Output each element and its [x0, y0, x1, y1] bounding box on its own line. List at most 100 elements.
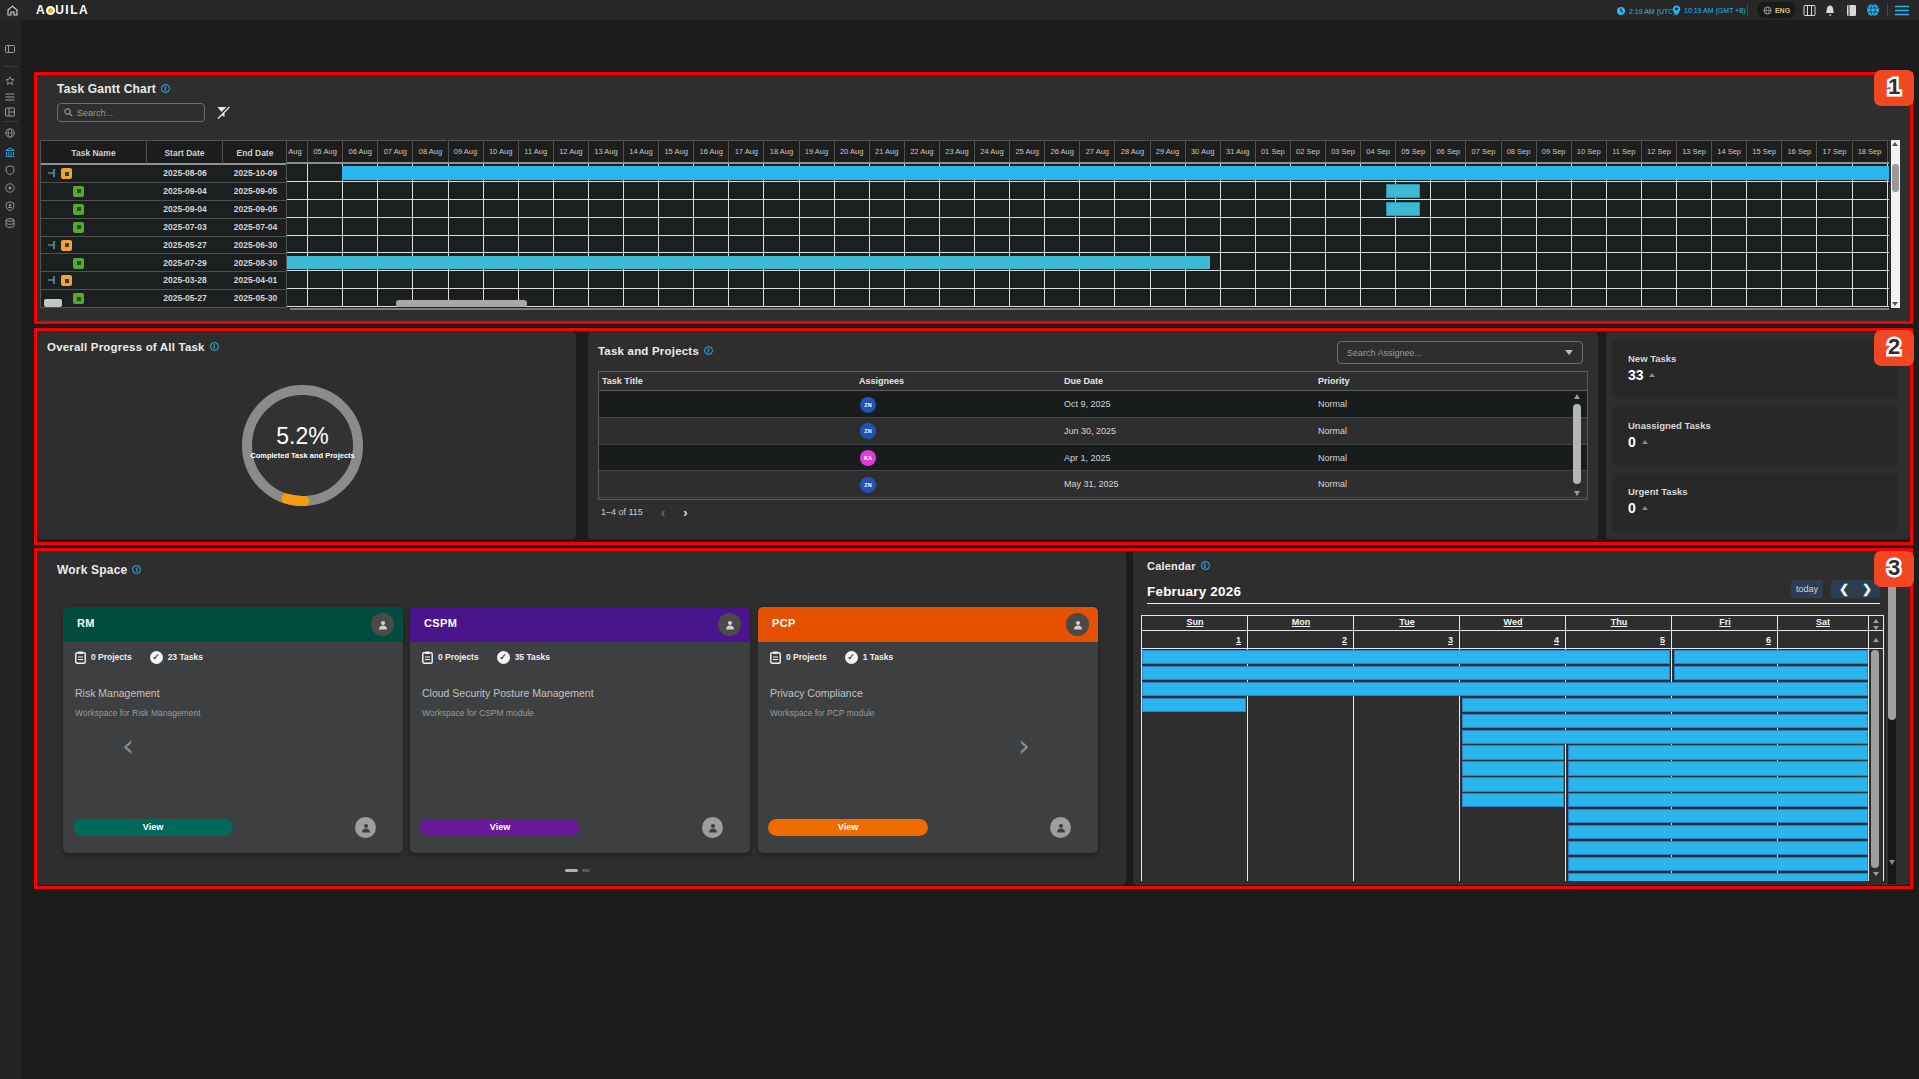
calendar-day-number[interactable]: 2 [1248, 632, 1347, 648]
stat-card-new-tasks[interactable]: New Tasks 33 [1612, 340, 1898, 399]
calendar-day-header-fri[interactable]: Fri [1672, 615, 1778, 630]
calendar-day-number[interactable]: 3 [1354, 632, 1453, 648]
sidebar-item-shield-user[interactable] [5, 201, 15, 211]
calendar-event-bar[interactable] [1462, 777, 1564, 791]
sidebar-item-bank[interactable] [5, 147, 15, 157]
calendar-grid-scroll-down-icon[interactable] [1873, 872, 1879, 876]
stat-card-unassigned-tasks[interactable]: Unassigned Tasks 0 [1612, 407, 1898, 465]
workspace-card-cspm[interactable]: CSPM 0 Projects ✓35 Tasks Cloud Security… [410, 607, 750, 853]
calendar-day-number[interactable]: 6 [1672, 632, 1771, 648]
pagination-prev-icon[interactable]: ‹ [661, 505, 665, 520]
filter-off-button[interactable] [216, 105, 230, 119]
calendar-event-bar[interactable] [1568, 809, 1868, 823]
gantt-row-left[interactable]: 2025-07-292025-08-30 [41, 255, 287, 273]
calendar-grid-scroll-thumb[interactable] [1871, 650, 1879, 868]
calendar-event-bar[interactable] [1142, 698, 1246, 712]
gantt-row-left[interactable]: 2025-07-032025-07-04 [41, 219, 287, 237]
workspace-info-icon[interactable]: i [132, 565, 141, 574]
menu-button[interactable] [1895, 5, 1909, 16]
world-button[interactable] [1866, 3, 1880, 17]
sidebar-item-star[interactable] [5, 76, 15, 86]
gantt-row-left[interactable]: 2025-09-042025-09-05 [41, 201, 287, 219]
task-assignee-avatar[interactable]: ZN [860, 477, 876, 493]
carousel-dash[interactable] [582, 869, 590, 872]
gantt-hscroll-line[interactable] [290, 308, 1889, 310]
docs-button[interactable] [1846, 4, 1857, 17]
sidebar-item-database[interactable] [5, 218, 15, 228]
language-pill[interactable]: ENG [1757, 2, 1796, 18]
calendar-day-header-tue[interactable]: Tue [1354, 615, 1460, 630]
calendar-grid-scroll-up3-icon[interactable] [1873, 638, 1879, 642]
workspace-member-avatar[interactable] [1050, 817, 1071, 838]
workspace-card-rm[interactable]: RM 0 Projects ✓23 Tasks Risk Management … [63, 607, 403, 853]
apps-button[interactable] [1803, 4, 1816, 17]
calendar-event-bar[interactable] [1462, 745, 1564, 759]
row-expander-icon[interactable] [47, 240, 57, 250]
carousel-next-button[interactable]: › [1018, 728, 1030, 763]
tasks-info-icon[interactable]: i [704, 346, 713, 355]
gantt-row-left[interactable]: 2025-05-272025-05-30 [41, 290, 287, 308]
calendar-day-header-sat[interactable]: Sat [1778, 615, 1868, 630]
gantt-info-icon[interactable]: i [161, 84, 170, 93]
calendar-event-bar[interactable] [1462, 793, 1564, 807]
home-button[interactable] [6, 4, 19, 17]
calendar-prev-icon[interactable]: ❮ [1839, 580, 1849, 598]
calendar-day-number[interactable]: 1 [1142, 632, 1241, 648]
calendar-day-header-mon[interactable]: Mon [1248, 615, 1354, 630]
sidebar-item-compass[interactable] [5, 183, 15, 193]
calendar-event-bar[interactable] [1568, 825, 1868, 839]
workspace-view-button[interactable]: View [420, 819, 580, 836]
gantt-row-left[interactable]: 2025-08-062025-10-09 [41, 165, 287, 183]
gantt-bar[interactable] [1386, 184, 1421, 198]
progress-info-icon[interactable]: i [210, 342, 219, 351]
gantt-vscroll-down-icon[interactable] [1892, 302, 1898, 306]
carousel-prev-button[interactable]: ‹ [122, 728, 134, 763]
tasks-scroll-down-icon[interactable] [1574, 491, 1580, 496]
pagination-next-icon[interactable]: › [683, 505, 687, 520]
gantt-row-left[interactable]: 2025-03-282025-04-01 [41, 272, 287, 290]
tasks-scrollbar[interactable] [1572, 391, 1583, 499]
calendar-day-header-sun[interactable]: Sun [1142, 615, 1248, 630]
calendar-panel-scrollbar[interactable] [1888, 552, 1896, 884]
calendar-day-number[interactable]: 4 [1460, 632, 1559, 648]
tasks-row[interactable]: KAApr 1, 2025Normal [599, 445, 1587, 472]
gantt-vscroll-up-icon[interactable] [1892, 142, 1898, 146]
calendar-event-bar[interactable] [1568, 873, 1868, 881]
calendar-event-bar[interactable] [1568, 761, 1868, 775]
gantt-bar[interactable] [1386, 202, 1421, 216]
brand-logo[interactable]: AUILA [36, 3, 89, 17]
gantt-bar[interactable] [342, 166, 1889, 180]
calendar-event-bar[interactable] [1462, 698, 1868, 712]
calendar-event-bar[interactable] [1142, 650, 1670, 664]
gantt-bar[interactable] [287, 256, 1210, 270]
stat-card-urgent-tasks[interactable]: Urgent Tasks 0 [1612, 473, 1898, 533]
row-expander-icon[interactable] [47, 275, 57, 285]
calendar-event-bar[interactable] [1674, 650, 1868, 664]
calendar-grid-scroll-up2-icon[interactable] [1873, 626, 1879, 630]
gantt-vscrollbar[interactable] [1891, 140, 1900, 308]
sidebar-item-menu-list[interactable] [5, 92, 15, 102]
calendar-info-icon[interactable]: i [1201, 561, 1210, 570]
sidebar-item-globe[interactable] [5, 128, 15, 138]
sidebar-item-panel-left[interactable] [5, 44, 15, 54]
calendar-event-bar[interactable] [1142, 682, 1868, 696]
calendar-event-bar[interactable] [1568, 745, 1868, 759]
sidebar-item-shield[interactable] [5, 165, 15, 175]
workspace-card-pcp[interactable]: PCP 0 Projects ✓1 Tasks Privacy Complian… [758, 607, 1098, 853]
calendar-event-bar[interactable] [1568, 777, 1868, 791]
calendar-event-bar[interactable] [1462, 761, 1564, 775]
tasks-row[interactable]: ZNMay 31, 2025Normal [599, 471, 1587, 498]
calendar-day-number[interactable]: 5 [1566, 632, 1665, 648]
assignee-select[interactable]: Search Assignee... [1337, 341, 1583, 364]
calendar-day-header-wed[interactable]: Wed [1460, 615, 1566, 630]
task-assignee-avatar[interactable]: KA [860, 450, 876, 466]
workspace-header-avatar[interactable] [371, 613, 394, 636]
workspace-member-avatar[interactable] [702, 817, 723, 838]
tasks-row[interactable]: ZNJun 30, 2025Normal [599, 418, 1587, 445]
gantt-hscroll-corner[interactable] [44, 299, 62, 307]
gantt-hscroll-thumb[interactable] [396, 300, 527, 307]
tasks-scroll-thumb[interactable] [1573, 404, 1581, 484]
calendar-panel-scroll-down-icon[interactable] [1889, 860, 1895, 865]
sidebar-item-layout-grid[interactable] [5, 107, 15, 117]
calendar-event-bar[interactable] [1462, 730, 1868, 744]
